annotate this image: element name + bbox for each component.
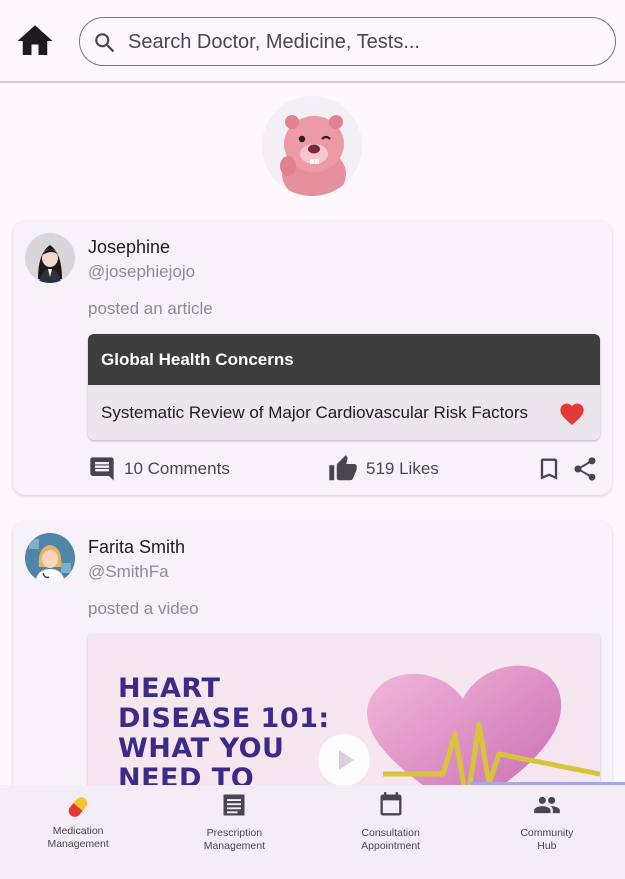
author-handle: @josephiejojo (88, 262, 196, 281)
author-avatar[interactable] (25, 233, 75, 283)
people-icon (534, 796, 560, 814)
post-action-text: posted a video (88, 599, 199, 618)
author-avatar[interactable] (25, 533, 75, 583)
post-action-text: posted an article (88, 299, 213, 318)
comment-icon (90, 457, 114, 481)
play-button[interactable] (318, 734, 370, 786)
comments-count: 10 Comments (124, 459, 230, 478)
nav-label: Consultation Appointment (361, 827, 421, 852)
bottom-navigation: Medication Management Prescription Manag… (0, 785, 625, 879)
heart-icon[interactable] (558, 400, 586, 426)
nav-label: Community Hub (520, 827, 574, 852)
likes-button[interactable]: 519 Likes (328, 453, 439, 485)
video-title: HEART DISEASE 101: WHAT YOU NEED TO (118, 673, 330, 794)
thumbs-up-icon (329, 455, 357, 481)
author-name[interactable]: Farita Smith (88, 537, 185, 558)
post-card: Farita Smith @SmithFa posted a video HEA… (13, 521, 612, 811)
pill-icon (68, 797, 88, 817)
beaver-avatar-image (262, 96, 362, 196)
nav-prescription-management[interactable]: Prescription Management (156, 785, 312, 879)
likes-count: 519 Likes (366, 459, 439, 478)
home-icon[interactable] (14, 20, 56, 62)
top-app-bar (0, 0, 625, 83)
article-text: Systematic Review of Major Cardiovascula… (101, 403, 529, 422)
bookmark-icon[interactable] (535, 455, 563, 483)
post-card: Josephine @josephiejojo posted an articl… (13, 221, 612, 495)
author-handle: @SmithFa (88, 562, 169, 581)
search-input[interactable] (128, 26, 598, 58)
nav-label: Prescription Management (203, 827, 266, 852)
post-stats: 10 Comments 519 Likes (88, 453, 600, 485)
comments-button[interactable]: 10 Comments (88, 453, 230, 485)
search-bar[interactable] (79, 17, 616, 66)
author-name[interactable]: Josephine (88, 237, 170, 258)
article-card[interactable]: Global Health Concerns Systematic Review… (88, 334, 600, 440)
nav-medication-management[interactable]: Medication Management (0, 785, 156, 879)
calendar-icon (380, 792, 402, 816)
play-icon (339, 750, 354, 770)
article-title: Global Health Concerns (88, 334, 600, 385)
prescription-icon (223, 794, 245, 816)
user-avatar[interactable] (262, 96, 362, 196)
share-icon[interactable] (571, 455, 599, 483)
search-icon (95, 33, 115, 53)
nav-label: Medication Management (47, 825, 109, 850)
nav-consultation-appointment[interactable]: Consultation Appointment (313, 785, 469, 879)
nav-community-hub[interactable]: Community Hub (469, 785, 625, 879)
